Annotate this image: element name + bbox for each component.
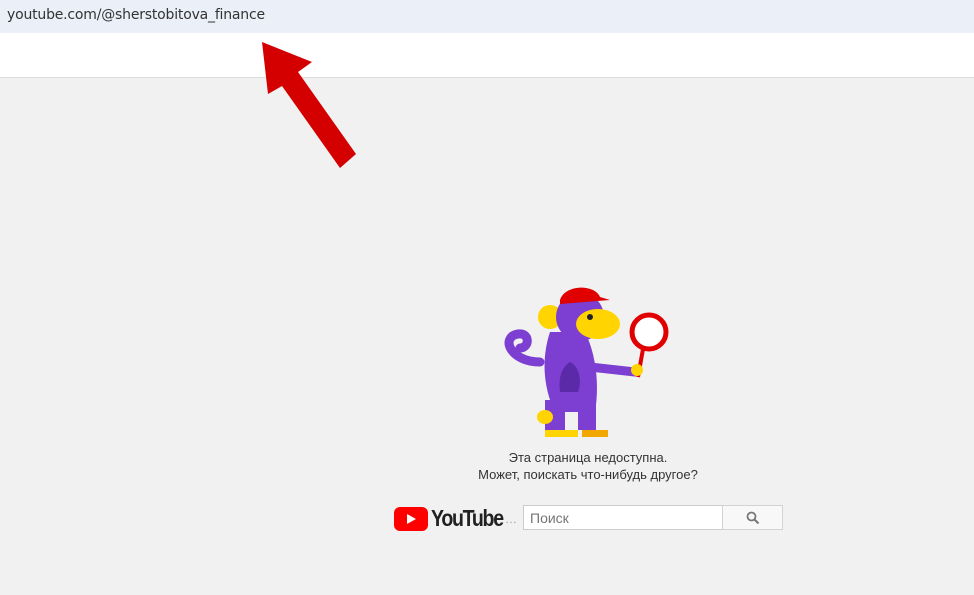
youtube-logo-text: YouTube [431, 505, 504, 531]
ellipsis: … [505, 512, 517, 526]
red-arrow-annotation [262, 42, 356, 168]
search-button[interactable] [722, 505, 783, 530]
search-input[interactable] [523, 505, 723, 530]
error-message-line2: Может, поискать что-нибудь другое? [478, 467, 698, 482]
youtube-logo[interactable]: YouTube [394, 505, 515, 532]
youtube-play-icon [394, 506, 428, 531]
search-icon [746, 511, 759, 524]
monkey-illustration [504, 287, 669, 437]
error-message-line1: Эта страница недоступна. [508, 450, 668, 465]
